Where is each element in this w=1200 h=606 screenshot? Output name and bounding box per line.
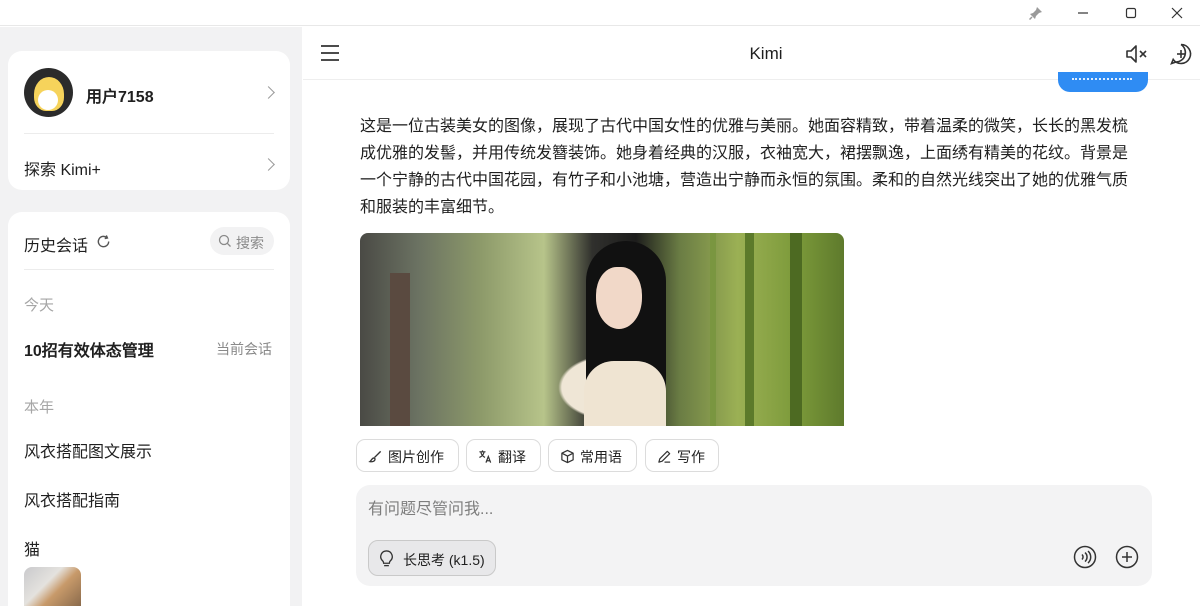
maximize-button[interactable] [1108, 0, 1154, 26]
history-panel: 历史会话 搜索 今天 10招有效体态管理 当前会话 本年 风衣搭配图文展示 风衣… [8, 212, 290, 606]
page-title: Kimi [749, 44, 783, 63]
conversation-title: 猫 [24, 542, 41, 559]
message-composer: 长思考 (k1.5) [356, 485, 1152, 586]
add-attachment-icon[interactable] [1115, 545, 1139, 569]
refresh-icon[interactable] [96, 234, 111, 249]
translate-icon [479, 450, 492, 463]
username: 用户7158 [86, 89, 154, 106]
profile-card: 用户7158 探索 Kimi+ [8, 51, 290, 190]
user-message-bubble [1058, 72, 1148, 92]
chip-label: 写作 [677, 449, 705, 465]
window-titlebar [0, 0, 1200, 26]
sidebar: 用户7158 探索 Kimi+ 历史会话 搜索 今天 10招有效体态管理 当前会… [0, 27, 302, 606]
chip-label: 翻译 [498, 449, 526, 465]
pin-button[interactable] [1013, 0, 1059, 26]
chip-writing[interactable]: 写作 [645, 439, 719, 472]
conversation-title: 10招有效体态管理 [24, 343, 154, 360]
new-chat-icon[interactable] [1169, 42, 1193, 66]
maximize-icon [1125, 7, 1137, 19]
speaker-mute-icon[interactable] [1125, 43, 1149, 65]
chip-common-phrases[interactable]: 常用语 [548, 439, 637, 472]
explore-kimi-plus-link[interactable]: 探索 Kimi+ [8, 152, 290, 180]
current-conversation-tag: 当前会话 [216, 341, 272, 357]
section-label-today: 今天 [24, 297, 55, 314]
user-avatar [24, 68, 73, 117]
history-search-button[interactable]: 搜索 [210, 227, 274, 255]
long-thinking-label: 长思考 (k1.5) [403, 552, 485, 568]
section-label-this-year: 本年 [24, 399, 55, 416]
chevron-right-icon [262, 158, 275, 171]
assistant-message-text: 这是一位古装美女的图像，展现了古代中国女性的优雅与美丽。她面容精致，带着温柔的微… [360, 118, 1129, 216]
search-icon [218, 234, 231, 247]
message-input[interactable] [368, 499, 968, 521]
chip-label: 图片创作 [388, 449, 444, 465]
minimize-icon [1078, 12, 1088, 14]
conversation-title: 风衣搭配图文展示 [24, 444, 153, 461]
conversation-item[interactable]: 风衣搭配图文展示 [24, 438, 282, 462]
conversation-title: 风衣搭配指南 [24, 493, 121, 510]
brush-icon [368, 450, 382, 463]
chip-translate[interactable]: 翻译 [466, 439, 541, 472]
search-label: 搜索 [236, 235, 264, 251]
chip-label: 常用语 [580, 449, 622, 465]
conversation-item[interactable]: 风衣搭配指南 [24, 487, 282, 511]
pen-icon [658, 450, 671, 463]
minimize-button[interactable] [1060, 0, 1106, 26]
chevron-right-icon [262, 86, 275, 99]
long-thinking-toggle[interactable]: 长思考 (k1.5) [368, 540, 496, 576]
explore-label: 探索 Kimi+ [24, 162, 101, 179]
divider [24, 269, 274, 270]
cube-icon [561, 449, 574, 464]
voice-input-icon[interactable] [1073, 545, 1097, 569]
avatar-shape [38, 90, 58, 110]
divider [24, 133, 274, 134]
history-title: 历史会话 [24, 238, 89, 255]
pin-icon [1029, 7, 1042, 20]
chip-image-creation[interactable]: 图片创作 [356, 439, 459, 472]
profile-row[interactable]: 用户7158 [8, 51, 290, 133]
conversation-item[interactable]: 猫 [24, 536, 282, 560]
close-button[interactable] [1154, 0, 1200, 26]
generated-image[interactable] [360, 233, 844, 426]
cat-image-thumbnail[interactable] [24, 567, 81, 606]
close-icon [1171, 7, 1183, 19]
chat-main: Kimi 这是一位古装美女的图像，展现了古代中国女性的优雅与美丽。她面容精致，带… [303, 27, 1200, 606]
lightbulb-icon [380, 550, 393, 567]
